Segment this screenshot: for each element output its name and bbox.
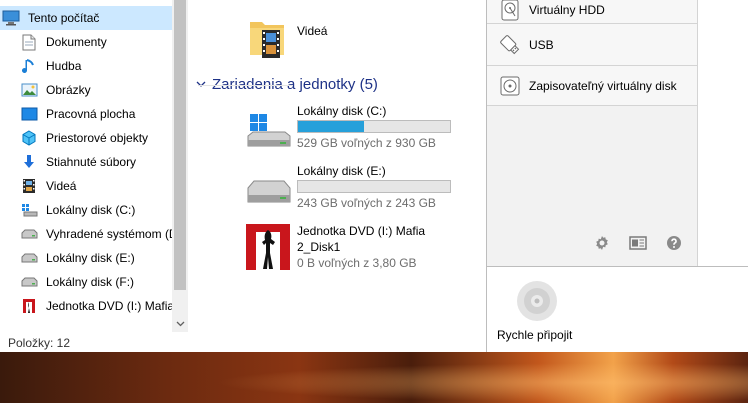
virtual-hdd-label: Virtuálny HDD: [529, 2, 605, 17]
writable-virtual-disc-item[interactable]: Zapisovateľný virtuálny disk: [487, 66, 697, 106]
writable-disc-label: Zapisovateľný virtuálny disk: [529, 78, 677, 93]
videos-folder-icon[interactable]: [248, 16, 286, 60]
devices-group-header[interactable]: Zariadenia a jednotky (5): [196, 74, 378, 94]
chevron-down-icon[interactable]: [196, 77, 206, 91]
dvd-drive-name-line2[interactable]: 2_Disk1: [297, 240, 340, 254]
items-count: Položky: 12: [8, 336, 71, 350]
usb-icon: [499, 34, 521, 56]
drive-c-usage-fill: [298, 121, 364, 132]
nav-label: Pracovná plocha: [46, 107, 136, 121]
nav-item-pictures[interactable]: Obrázky: [0, 78, 172, 102]
nav-item-videos[interactable]: Videá: [0, 174, 172, 198]
nav-item-system-reserved-d[interactable]: Vyhradené systémom (D: [0, 222, 172, 246]
disc-icon[interactable]: [515, 279, 559, 323]
nav-label: Stiahnuté súbory: [46, 155, 137, 169]
nav-label: Vyhradené systémom (D: [46, 227, 172, 241]
drive-icon: [20, 273, 38, 291]
drive-icon: [20, 249, 38, 267]
downloads-icon: [20, 153, 38, 171]
nav-item-music[interactable]: Hudba: [0, 54, 172, 78]
nav-item-dvd-drive-i[interactable]: Jednotka DVD (I:) Mafia: [0, 294, 172, 318]
quick-mount-area[interactable]: Rychle připojit: [486, 266, 748, 352]
hdd-icon: [499, 0, 521, 21]
mafia-dvd-icon[interactable]: [244, 222, 292, 272]
dvd-drive-name-line1[interactable]: Jednotka DVD (I:) Mafia: [297, 224, 425, 238]
nav-label: Hudba: [46, 59, 82, 73]
nav-item-desktop[interactable]: Pracovná plocha: [0, 102, 172, 126]
scroll-down-arrow-icon[interactable]: [172, 316, 188, 332]
videos-folder-label[interactable]: Videá: [297, 24, 327, 38]
3d-objects-icon: [20, 129, 38, 147]
videos-icon: [20, 177, 38, 195]
nav-item-local-disk-e[interactable]: Lokálny disk (E:): [0, 246, 172, 270]
quick-mount-label: Rychle připojit: [497, 328, 573, 342]
nav-label: Obrázky: [46, 83, 91, 97]
usb-item[interactable]: USB: [487, 24, 697, 66]
devices-group-title: Zariadenia a jednotky (5): [212, 75, 378, 93]
nav-item-downloads[interactable]: Stiahnuté súbory: [0, 150, 172, 174]
desktop-wallpaper: [0, 352, 748, 403]
drive-e-space: 243 GB voľných z 243 GB: [297, 196, 436, 210]
status-bar: Položky: 12: [0, 332, 486, 352]
nav-label: Lokálny disk (C:): [46, 203, 136, 217]
gear-icon[interactable]: [593, 234, 611, 252]
music-icon: [20, 57, 38, 75]
nav-label: Priestorové objekty: [46, 131, 149, 145]
group-divider: [198, 85, 293, 86]
windows-drive-icon: [20, 201, 38, 219]
nav-item-local-disk-c[interactable]: Lokálny disk (C:): [0, 198, 172, 222]
nav-item-3d-objects[interactable]: Priestorové objekty: [0, 126, 172, 150]
nav-label: Lokálny disk (E:): [46, 251, 135, 265]
drive-icon[interactable]: [246, 178, 292, 208]
usb-label: USB: [529, 37, 554, 52]
drive-c-name[interactable]: Lokálny disk (C:): [297, 104, 386, 118]
nav-item-documents[interactable]: Dokumenty: [0, 30, 172, 54]
nav-item-this-pc[interactable]: Tento počítač: [0, 6, 172, 30]
nav-label: Lokálny disk (F:): [46, 275, 135, 289]
drive-c-usage-bar: [297, 120, 451, 133]
mafia-dvd-icon: [20, 297, 38, 315]
content-pane: Videá Zariadenia a jednotky (5) Lokálny …: [188, 0, 486, 332]
dvd-drive-space: 0 B voľných z 3,80 GB: [297, 256, 417, 270]
file-explorer-window: Tento počítač Dokumenty Hudba Obrázky Pr…: [0, 0, 486, 352]
nav-label: Jednotka DVD (I:) Mafia: [46, 299, 172, 313]
computer-icon: [2, 9, 20, 27]
drive-icon: [20, 225, 38, 243]
drive-e-name[interactable]: Lokálny disk (E:): [297, 164, 386, 178]
virtual-hdd-item[interactable]: Virtuálny HDD: [487, 0, 697, 24]
nav-item-local-disk-f[interactable]: Lokálny disk (F:): [0, 270, 172, 294]
writable-disc-icon: [499, 75, 521, 97]
panel-side-column: [697, 0, 748, 266]
help-icon[interactable]: [665, 234, 683, 252]
virtual-drive-panel: Virtuálny HDD USB Zapisovateľný virtuáln…: [486, 0, 748, 266]
nav-label: Dokumenty: [46, 35, 107, 49]
nav-label: Videá: [46, 179, 77, 193]
nav-scrollbar-thumb[interactable]: [174, 0, 186, 290]
windows-drive-icon[interactable]: [246, 112, 292, 150]
documents-icon: [20, 33, 38, 51]
drive-e-usage-bar: [297, 180, 451, 193]
pictures-icon: [20, 81, 38, 99]
desktop-icon: [20, 105, 38, 123]
drive-c-space: 529 GB voľných z 930 GB: [297, 136, 436, 150]
navigation-pane: Tento počítač Dokumenty Hudba Obrázky Pr…: [0, 0, 172, 332]
image-catalog-icon[interactable]: [629, 234, 647, 252]
nav-label: Tento počítač: [28, 11, 100, 25]
